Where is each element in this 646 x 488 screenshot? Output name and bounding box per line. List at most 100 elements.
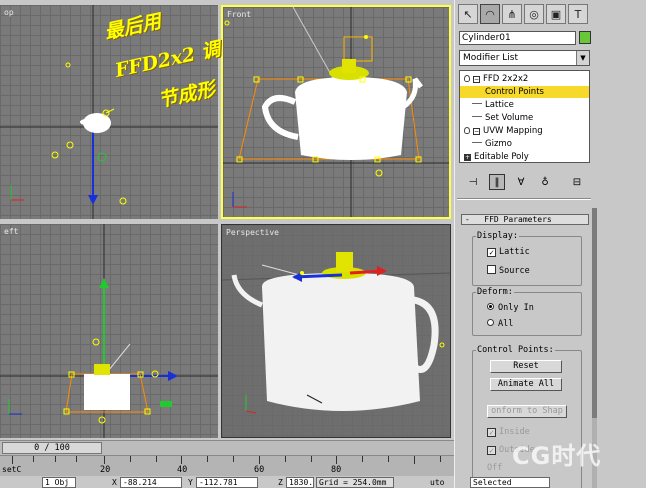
modifier-list-dropdown[interactable]: Modifier List ▼ [459, 50, 590, 66]
stack-item-control-points[interactable]: Control Points [460, 86, 589, 98]
deform-group-title: Deform: [476, 287, 514, 297]
collapse-icon[interactable]: − [473, 76, 480, 83]
time-slider[interactable]: 0 / 100 [0, 440, 454, 455]
utilities-tab[interactable]: T [568, 4, 588, 24]
track-tick [336, 456, 337, 464]
track-tick [207, 456, 208, 462]
status-bar: setC 1 Obj X -88.214 Y -112.781 Z 1830.9… [0, 465, 454, 488]
left-viewport-scene [0, 224, 218, 438]
ffd-parameters-header[interactable]: - FFD Parameters [461, 214, 589, 225]
check-icon[interactable]: ✓ [487, 248, 496, 257]
radio-off-icon[interactable] [487, 319, 494, 326]
track-tick [388, 456, 389, 462]
pin-stack-icon[interactable]: ⊣ [465, 174, 481, 190]
track-tick [55, 456, 56, 462]
rollout-collapse-sign: - [465, 215, 470, 224]
track-tick [311, 456, 312, 462]
reset-button[interactable]: Reset [490, 360, 562, 373]
key-mode-dropdown[interactable]: Selected [470, 477, 550, 488]
viewport-perspective[interactable]: Perspective [221, 224, 451, 438]
auto-key-button[interactable]: uto Key [430, 477, 454, 488]
offset-spinner[interactable]: Off [487, 463, 502, 473]
stack-item-uvw-mapping[interactable]: − UVW Mapping [460, 125, 589, 137]
check-icon[interactable]: ✓ [487, 428, 496, 437]
animate-all-button[interactable]: Animate All [490, 378, 562, 391]
tree-line-icon [472, 103, 482, 104]
check-icon[interactable]: ✓ [487, 446, 496, 455]
chevron-down-icon[interactable]: ▼ [576, 51, 589, 65]
track-tick [156, 456, 157, 462]
viewport-label-front: Front [227, 10, 252, 19]
motion-icon: ◎ [529, 7, 539, 21]
motion-tab[interactable]: ◎ [524, 4, 544, 24]
tree-line-icon [472, 142, 482, 143]
object-color-swatch[interactable] [579, 31, 591, 44]
track-tick [181, 456, 182, 464]
display-group: Display: ✓ Lattic Source [472, 231, 582, 286]
lightbulb-icon[interactable] [464, 75, 470, 82]
expand-icon[interactable]: + [464, 154, 471, 161]
show-end-result-icon[interactable]: ‖ [489, 174, 505, 190]
conform-to-shape-button[interactable]: onform to Shap [487, 405, 567, 418]
stack-item-lattice[interactable]: Lattice [460, 99, 589, 111]
time-slider-knob[interactable]: 0 / 100 [2, 442, 102, 454]
status-set-label: setC [2, 465, 22, 474]
create-icon: ↖ [463, 7, 473, 21]
lightbulb-icon[interactable] [464, 127, 470, 134]
only-in-radio[interactable]: Only In [487, 303, 534, 313]
checkbox-icon[interactable] [487, 265, 496, 274]
viewport-front[interactable]: Front [221, 5, 451, 219]
make-unique-icon[interactable]: ∀ [513, 174, 529, 190]
object-name-field[interactable] [459, 31, 576, 45]
track-tick [362, 456, 363, 462]
panel-separator [457, 198, 591, 200]
y-label: Y [188, 478, 193, 487]
perspective-viewport-scene [222, 252, 450, 414]
track-tick [440, 456, 441, 462]
control-points-group-title: Control Points: [476, 345, 555, 355]
stack-item-set-volume[interactable]: Set Volume [460, 112, 589, 124]
y-coordinate-field[interactable]: -112.781 [196, 477, 258, 488]
radio-on-icon[interactable] [487, 303, 494, 310]
watermark: CG时代 [512, 442, 602, 470]
x-label: X [112, 478, 117, 487]
hierarchy-tab[interactable]: ⋔ [502, 4, 522, 24]
tree-line-icon [472, 116, 482, 117]
scrollbar-thumb[interactable] [592, 208, 597, 418]
lattice-checkbox[interactable]: ✓ Lattic [487, 247, 530, 257]
stack-item-label: Gizmo [485, 139, 512, 149]
stack-item-editable-poly[interactable]: + Editable Poly [460, 151, 589, 163]
deform-group: Deform: Only In All [472, 287, 582, 336]
stack-toolbar: ⊣ ‖ ∀ ♁ ⊟ [459, 172, 590, 192]
modify-tab[interactable]: ◠ [480, 4, 500, 24]
stack-item-label: Lattice [485, 100, 514, 110]
track-tick [414, 456, 415, 464]
track-bar[interactable]: 20 40 60 80 [0, 455, 454, 476]
source-label: Source [499, 266, 530, 276]
track-tick [76, 456, 77, 462]
rollout-title: FFD Parameters [484, 215, 552, 224]
stack-item-gizmo[interactable]: Gizmo [460, 138, 589, 150]
track-label-80: 80 [331, 465, 342, 475]
viewport-left[interactable]: eft [0, 224, 218, 438]
modifier-list-label: Modifier List [463, 53, 518, 63]
display-tab[interactable]: ▣ [546, 4, 566, 24]
modifier-stack[interactable]: − FFD 2x2x2 Control Points Lattice Set Vo… [459, 70, 590, 163]
configure-sets-icon[interactable]: ⊟ [569, 174, 585, 190]
display-group-title: Display: [476, 231, 519, 241]
track-tick [33, 456, 34, 462]
stack-item-ffd[interactable]: − FFD 2x2x2 [460, 73, 589, 85]
all-radio[interactable]: All [487, 319, 513, 329]
hierarchy-icon: ⋔ [507, 7, 517, 21]
remove-modifier-icon[interactable]: ♁ [537, 174, 553, 190]
stack-item-label: Editable Poly [474, 152, 529, 162]
x-coordinate-field[interactable]: -88.214 [120, 477, 182, 488]
track-tick [285, 456, 286, 462]
front-viewport-scene [223, 7, 449, 217]
collapse-icon[interactable]: − [473, 128, 480, 135]
app-root: op Front eft Perspective 最后用 FFD2x2 调 节成… [0, 0, 646, 488]
create-tab[interactable]: ↖ [458, 4, 478, 24]
source-checkbox[interactable]: Source [487, 265, 530, 276]
z-label: Z [278, 478, 283, 487]
z-coordinate-field[interactable]: 1830.941 [286, 477, 314, 488]
